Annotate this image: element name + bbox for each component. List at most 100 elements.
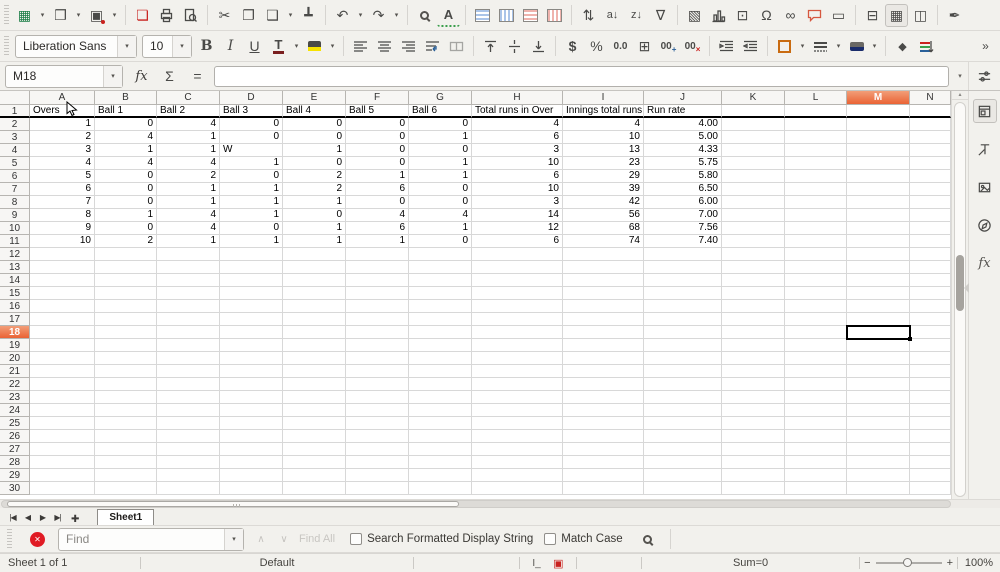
cell-J8[interactable]: 6.00 [644, 196, 722, 209]
cell-J4[interactable]: 4.33 [644, 144, 722, 157]
cell-H29[interactable] [472, 469, 563, 482]
cell-L28[interactable] [785, 456, 847, 469]
row-header-20[interactable]: 20 [0, 352, 30, 365]
cell-M10[interactable] [847, 222, 910, 235]
cell-N25[interactable] [910, 417, 951, 430]
cell-F5[interactable]: 0 [346, 157, 409, 170]
bold-icon[interactable]: B [195, 35, 218, 58]
cell-I5[interactable]: 23 [563, 157, 644, 170]
cell-G30[interactable] [409, 482, 472, 495]
cell-K14[interactable] [722, 274, 785, 287]
cell-J17[interactable] [644, 313, 722, 326]
cell-K9[interactable] [722, 209, 785, 222]
cell-C10[interactable]: 4 [157, 222, 220, 235]
cell-N26[interactable] [910, 430, 951, 443]
cell-M9[interactable] [847, 209, 910, 222]
cell-L14[interactable] [785, 274, 847, 287]
cell-E5[interactable]: 0 [283, 157, 346, 170]
delete-decimal-icon[interactable]: 00× [681, 35, 704, 58]
cell-F13[interactable] [346, 261, 409, 274]
cell-C9[interactable]: 4 [157, 209, 220, 222]
redo-icon[interactable]: ↷ [367, 4, 390, 27]
column-header-F[interactable]: F [346, 91, 409, 105]
equals-icon[interactable]: = [186, 65, 209, 88]
zoom-in-icon[interactable]: + [947, 557, 953, 569]
cell-L20[interactable] [785, 352, 847, 365]
zoom-slider-handle[interactable] [903, 558, 912, 567]
cell-H25[interactable] [472, 417, 563, 430]
cell-D23[interactable] [220, 391, 283, 404]
cell-K13[interactable] [722, 261, 785, 274]
cell-E6[interactable]: 2 [283, 170, 346, 183]
cell-G6[interactable]: 1 [409, 170, 472, 183]
export-pdf-icon[interactable]: ❏ [131, 4, 154, 27]
cell-I18[interactable] [563, 326, 644, 339]
cell-A25[interactable] [30, 417, 95, 430]
cell-C3[interactable]: 1 [157, 131, 220, 144]
cell-K25[interactable] [722, 417, 785, 430]
cell-M21[interactable] [847, 365, 910, 378]
cell-B7[interactable]: 0 [95, 183, 157, 196]
cell-J15[interactable] [644, 287, 722, 300]
sort-ascending-icon[interactable]: a↓ [601, 4, 624, 27]
cell-H24[interactable] [472, 404, 563, 417]
conditional-droplet-icon[interactable]: ◆ [891, 35, 914, 58]
cell-I24[interactable] [563, 404, 644, 417]
row-header-24[interactable]: 24 [0, 404, 30, 417]
cell-H8[interactable]: 3 [472, 196, 563, 209]
row-header-11[interactable]: 11 [0, 235, 30, 248]
vertical-scrollbar[interactable]: ▴ [951, 91, 968, 499]
cell-C30[interactable] [157, 482, 220, 495]
cell-J29[interactable] [644, 469, 722, 482]
cell-D12[interactable] [220, 248, 283, 261]
cell-G8[interactable]: 0 [409, 196, 472, 209]
cell-N10[interactable] [910, 222, 951, 235]
cell-C26[interactable] [157, 430, 220, 443]
cell-H7[interactable]: 10 [472, 183, 563, 196]
cell-J20[interactable] [644, 352, 722, 365]
cell-F12[interactable] [346, 248, 409, 261]
cell-D8[interactable]: 1 [220, 196, 283, 209]
cell-J19[interactable] [644, 339, 722, 352]
cell-G18[interactable] [409, 326, 472, 339]
cell-M8[interactable] [847, 196, 910, 209]
cell-C22[interactable] [157, 378, 220, 391]
cell-M6[interactable] [847, 170, 910, 183]
cell-N18[interactable] [910, 326, 951, 339]
cell-H28[interactable] [472, 456, 563, 469]
cell-E8[interactable]: 1 [283, 196, 346, 209]
cell-M5[interactable] [847, 157, 910, 170]
cell-G15[interactable] [409, 287, 472, 300]
cell-L30[interactable] [785, 482, 847, 495]
cell-M23[interactable] [847, 391, 910, 404]
cell-L25[interactable] [785, 417, 847, 430]
cell-I14[interactable] [563, 274, 644, 287]
headers-footers-icon[interactable]: ⊟ [861, 4, 884, 27]
cell-F1[interactable]: Ball 5 [346, 105, 409, 118]
cell-H22[interactable] [472, 378, 563, 391]
cell-B28[interactable] [95, 456, 157, 469]
cell-N13[interactable] [910, 261, 951, 274]
cell-I4[interactable]: 13 [563, 144, 644, 157]
cell-I7[interactable]: 39 [563, 183, 644, 196]
cell-L10[interactable] [785, 222, 847, 235]
cell-L11[interactable] [785, 235, 847, 248]
cell-L3[interactable] [785, 131, 847, 144]
cell-C1[interactable]: Ball 2 [157, 105, 220, 118]
cell-L29[interactable] [785, 469, 847, 482]
open-dropdown-caret[interactable]: ▾ [73, 4, 84, 27]
column-header-A[interactable]: A [30, 91, 95, 105]
cell-D24[interactable] [220, 404, 283, 417]
paste-dropdown-caret[interactable]: ▾ [285, 4, 296, 27]
zoom-out-icon[interactable]: − [864, 557, 870, 569]
cell-J16[interactable] [644, 300, 722, 313]
cell-E2[interactable]: 0 [283, 118, 346, 131]
cell-D15[interactable] [220, 287, 283, 300]
cell-G20[interactable] [409, 352, 472, 365]
italic-icon[interactable]: I [219, 35, 242, 58]
open-icon[interactable]: ❒ [49, 4, 72, 27]
match-case-checkbox[interactable] [544, 533, 556, 545]
cell-H1[interactable]: Total runs in Over [472, 105, 563, 118]
cell-B2[interactable]: 0 [95, 118, 157, 131]
page-style[interactable]: Default [141, 554, 413, 572]
